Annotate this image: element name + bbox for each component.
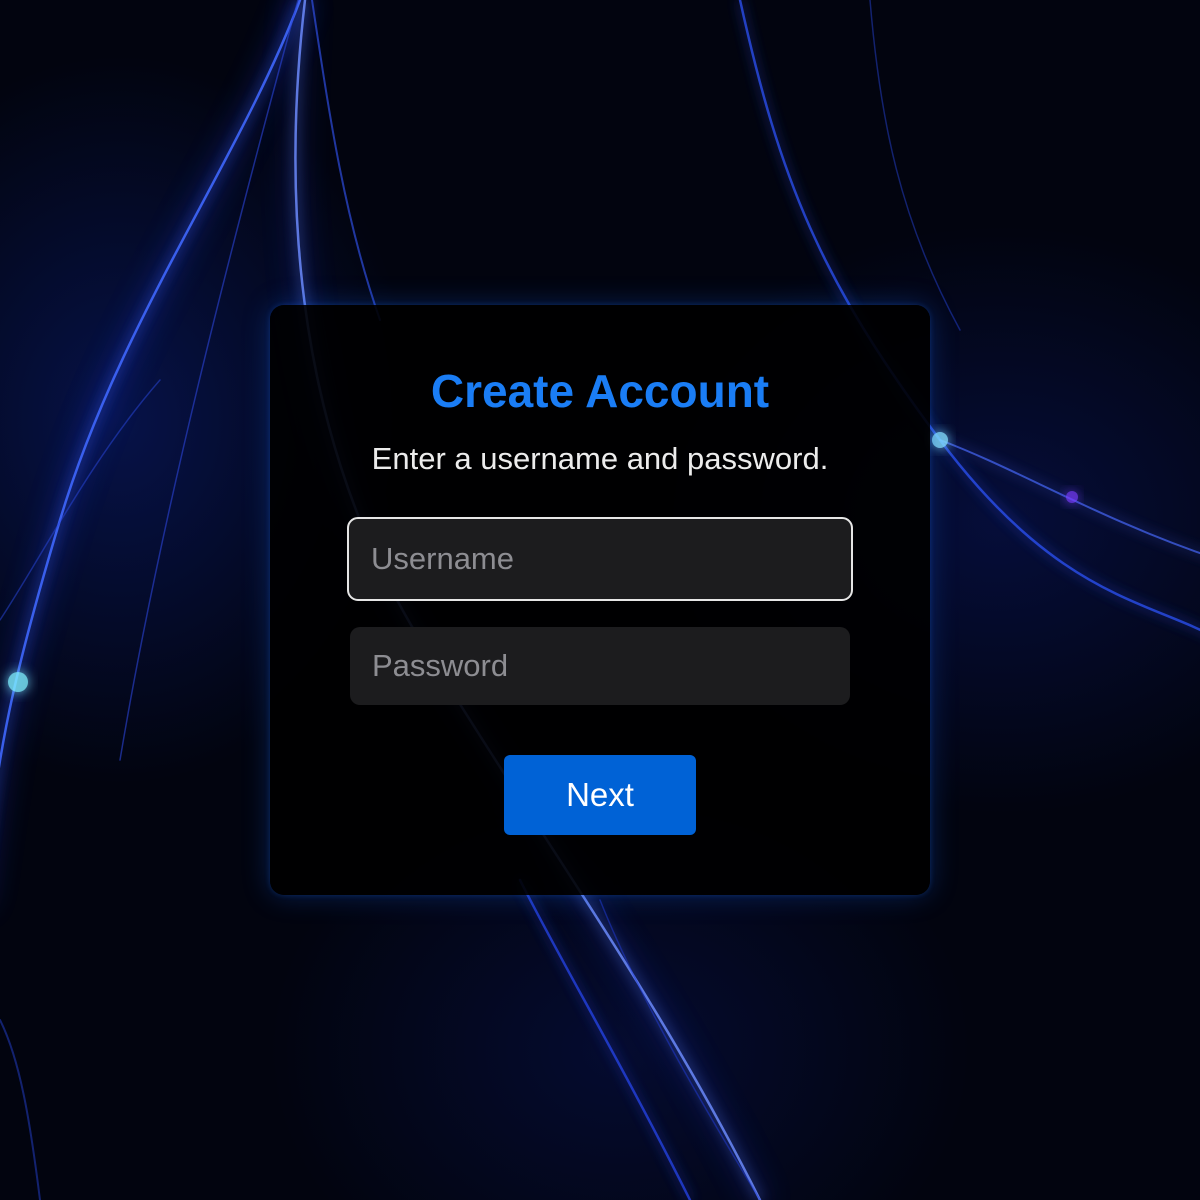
password-input[interactable] [350,627,850,705]
next-button[interactable]: Next [504,755,696,835]
instructions-text: Enter a username and password. [371,441,829,476]
create-account-card: Create Account Enter a username and pass… [270,305,930,895]
page-title: Create Account [430,365,770,417]
username-input[interactable] [347,517,853,601]
login-screen: Create Account Enter a username and pass… [0,0,1200,1200]
